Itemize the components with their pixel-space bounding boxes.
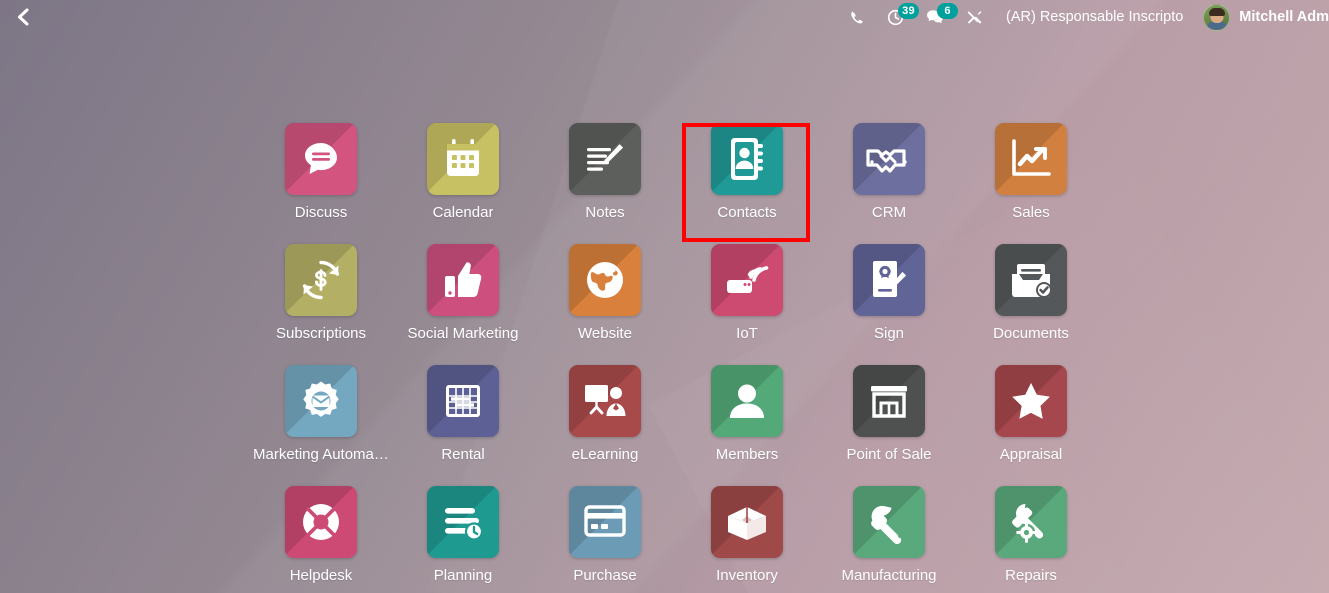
app-discuss[interactable]: Discuss — [250, 123, 392, 244]
app-sign[interactable]: Sign — [818, 244, 960, 365]
app-calendar[interactable]: Calendar — [392, 123, 534, 244]
calendar-icon[interactable] — [427, 123, 499, 195]
app-inventory[interactable]: Inventory — [676, 486, 818, 593]
app-manufacturing[interactable]: Manufacturing — [818, 486, 960, 593]
subscriptions-icon[interactable] — [285, 244, 357, 316]
elearning-icon[interactable] — [569, 365, 641, 437]
notes-icon[interactable] — [569, 123, 641, 195]
app-label: Manufacturing — [841, 567, 937, 584]
tools-icon — [966, 9, 983, 26]
sales-chart-icon[interactable] — [995, 123, 1067, 195]
app-label: Sign — [873, 325, 905, 342]
top-navbar: 39 6 (AR) Responsable Inscripto Mitchell… — [0, 0, 1329, 34]
app-label: Subscriptions — [275, 325, 367, 342]
company-selector[interactable]: (AR) Responsable Inscripto — [994, 9, 1197, 25]
app-label: Appraisal — [999, 446, 1063, 463]
avatar-icon — [1203, 3, 1231, 31]
app-purchase[interactable]: Purchase — [534, 486, 676, 593]
app-label: Sales — [1012, 204, 1050, 221]
app-label: CRM — [871, 204, 907, 221]
app-point-of-sale[interactable]: Point of Sale — [818, 365, 960, 486]
app-label: eLearning — [571, 446, 639, 463]
app-marketing-automation[interactable]: Marketing Automation — [250, 365, 392, 486]
systray-voip-phone[interactable] — [839, 0, 876, 34]
crm-handshake-icon[interactable] — [853, 123, 925, 195]
app-repairs[interactable]: Repairs — [960, 486, 1102, 593]
app-label: Repairs — [1005, 567, 1057, 584]
appraisal-star-icon[interactable] — [995, 365, 1067, 437]
app-label: Rental — [441, 446, 485, 463]
purchase-card-icon[interactable] — [569, 486, 641, 558]
thumbs-up-icon[interactable] — [427, 244, 499, 316]
app-label: Purchase — [573, 567, 637, 584]
manufacturing-wrench-icon[interactable] — [853, 486, 925, 558]
planning-icon[interactable] — [427, 486, 499, 558]
app-members[interactable]: Members — [676, 365, 818, 486]
app-label: Discuss — [294, 204, 348, 221]
app-documents[interactable]: Documents — [960, 244, 1102, 365]
repairs-icon[interactable] — [995, 486, 1067, 558]
discuss-icon[interactable] — [285, 123, 357, 195]
chevron-left-icon — [15, 7, 31, 27]
systray: 39 6 (AR) Responsable Inscripto Mitchell… — [839, 0, 1329, 34]
user-menu[interactable]: Mitchell Adm — [1197, 0, 1329, 34]
app-website[interactable]: Website — [534, 244, 676, 365]
app-label: Documents — [993, 325, 1069, 342]
app-label: Notes — [585, 204, 625, 221]
app-label: Contacts — [717, 204, 777, 221]
apps-grid: Discuss Calendar Notes Contacts CRM Sales Subs… — [250, 123, 1102, 593]
app-rental[interactable]: Rental — [392, 365, 534, 486]
app-label: Website — [578, 325, 632, 342]
app-label: Planning — [433, 567, 493, 584]
inventory-box-icon[interactable] — [711, 486, 783, 558]
app-appraisal[interactable]: Appraisal — [960, 365, 1102, 486]
app-elearning[interactable]: eLearning — [534, 365, 676, 486]
app-launcher-screen: 39 6 (AR) Responsable Inscripto Mitchell… — [0, 0, 1329, 593]
marketing-automation-icon[interactable] — [285, 365, 357, 437]
rental-grid-icon[interactable] — [427, 365, 499, 437]
app-label: Members — [715, 446, 779, 463]
app-crm[interactable]: CRM — [818, 123, 960, 244]
systray-activities[interactable]: 39 — [876, 0, 919, 34]
helpdesk-lifebuoy-icon[interactable] — [285, 486, 357, 558]
systray-developer-tools[interactable] — [955, 0, 994, 34]
app-planning[interactable]: Planning — [392, 486, 534, 593]
systray-messages[interactable]: 6 — [915, 0, 958, 34]
contacts-icon[interactable] — [711, 123, 783, 195]
app-label: Inventory — [716, 567, 778, 584]
iot-signal-icon[interactable] — [711, 244, 783, 316]
globe-icon[interactable] — [569, 244, 641, 316]
app-label: Helpdesk — [289, 567, 353, 584]
app-label: IoT — [736, 325, 758, 342]
sign-document-icon[interactable] — [853, 244, 925, 316]
app-social-marketing[interactable]: Social Marketing — [392, 244, 534, 365]
phone-icon — [850, 10, 865, 25]
app-label: Social Marketing — [407, 325, 519, 342]
back-button[interactable] — [0, 0, 46, 34]
documents-folder-icon[interactable] — [995, 244, 1067, 316]
members-person-icon[interactable] — [711, 365, 783, 437]
app-iot[interactable]: IoT — [676, 244, 818, 365]
app-subscriptions[interactable]: Subscriptions — [250, 244, 392, 365]
app-sales[interactable]: Sales — [960, 123, 1102, 244]
app-label: Point of Sale — [846, 446, 932, 463]
app-label: Marketing Automation — [253, 446, 389, 463]
app-contacts[interactable]: Contacts — [676, 123, 818, 244]
user-name: Mitchell Adm — [1239, 9, 1329, 25]
app-label: Calendar — [432, 204, 494, 221]
app-notes[interactable]: Notes — [534, 123, 676, 244]
pos-shop-icon[interactable] — [853, 365, 925, 437]
app-helpdesk[interactable]: Helpdesk — [250, 486, 392, 593]
